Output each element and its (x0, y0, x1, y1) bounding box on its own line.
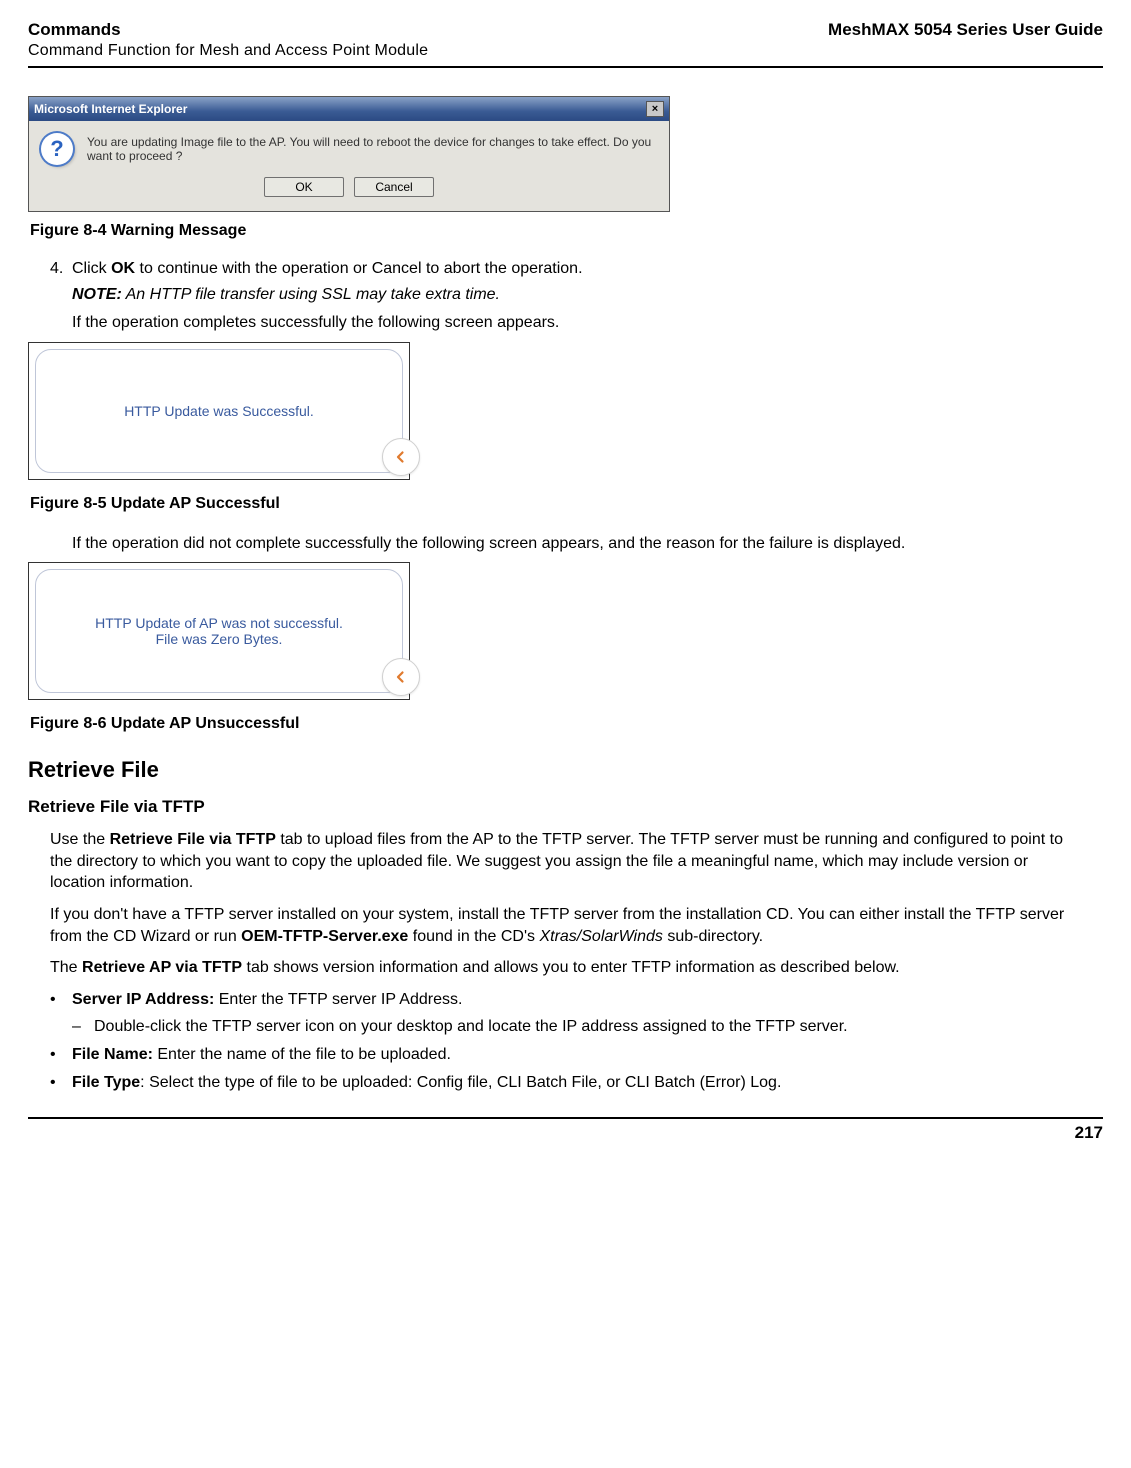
header-subtitle: Command Function for Mesh and Access Poi… (28, 42, 428, 60)
update-success-text: HTTP Update was Successful. (124, 403, 314, 419)
retrieve-file-tftp-heading: Retrieve File via TFTP (28, 797, 1103, 817)
step-number: 4. (50, 260, 72, 278)
back-arrow-icon[interactable] (382, 438, 420, 476)
list-item: • File Type: Select the type of file to … (50, 1072, 1081, 1094)
dialog-title: Microsoft Internet Explorer (34, 102, 187, 116)
back-arrow-icon[interactable] (382, 658, 420, 696)
step-4-text: Click OK to continue with the operation … (72, 260, 583, 278)
page-number: 217 (28, 1123, 1103, 1143)
warning-dialog: Microsoft Internet Explorer × ? You are … (28, 96, 670, 212)
close-icon[interactable]: × (646, 101, 664, 117)
update-fail-box: HTTP Update of AP was not successful. Fi… (28, 562, 410, 700)
ok-button[interactable]: OK (264, 177, 344, 197)
figure-8-6-caption: Figure 8-6 Update AP Unsuccessful (30, 715, 1103, 733)
list-item: – Double-click the TFTP server icon on y… (72, 1016, 1081, 1038)
retrieve-file-heading: Retrieve File (28, 757, 1103, 783)
header-rule (28, 66, 1103, 68)
retrieve-para-2: If you don't have a TFTP server installe… (50, 904, 1081, 947)
after-success-text: If the operation did not complete succes… (72, 533, 1103, 555)
update-fail-text: HTTP Update of AP was not successful. Fi… (95, 615, 343, 647)
update-success-box: HTTP Update was Successful. (28, 342, 410, 480)
header-commands: Commands (28, 20, 428, 40)
question-icon: ? (41, 133, 73, 165)
footer-rule (28, 1117, 1103, 1119)
retrieve-para-1: Use the Retrieve File via TFTP tab to up… (50, 829, 1081, 894)
list-item: • Server IP Address: Enter the TFTP serv… (50, 989, 1081, 1011)
note-line: NOTE: An HTTP file transfer using SSL ma… (72, 286, 1103, 304)
cancel-button[interactable]: Cancel (354, 177, 434, 197)
after-note-text: If the operation completes successfully … (72, 312, 1103, 334)
header-guide-title: MeshMAX 5054 Series User Guide (828, 20, 1103, 40)
dialog-message: You are updating Image file to the AP. Y… (87, 135, 659, 163)
figure-8-5-caption: Figure 8-5 Update AP Successful (30, 495, 1103, 513)
retrieve-para-3: The Retrieve AP via TFTP tab shows versi… (50, 957, 1081, 979)
list-item: • File Name: Enter the name of the file … (50, 1044, 1081, 1066)
figure-8-4-caption: Figure 8-4 Warning Message (30, 222, 1103, 240)
